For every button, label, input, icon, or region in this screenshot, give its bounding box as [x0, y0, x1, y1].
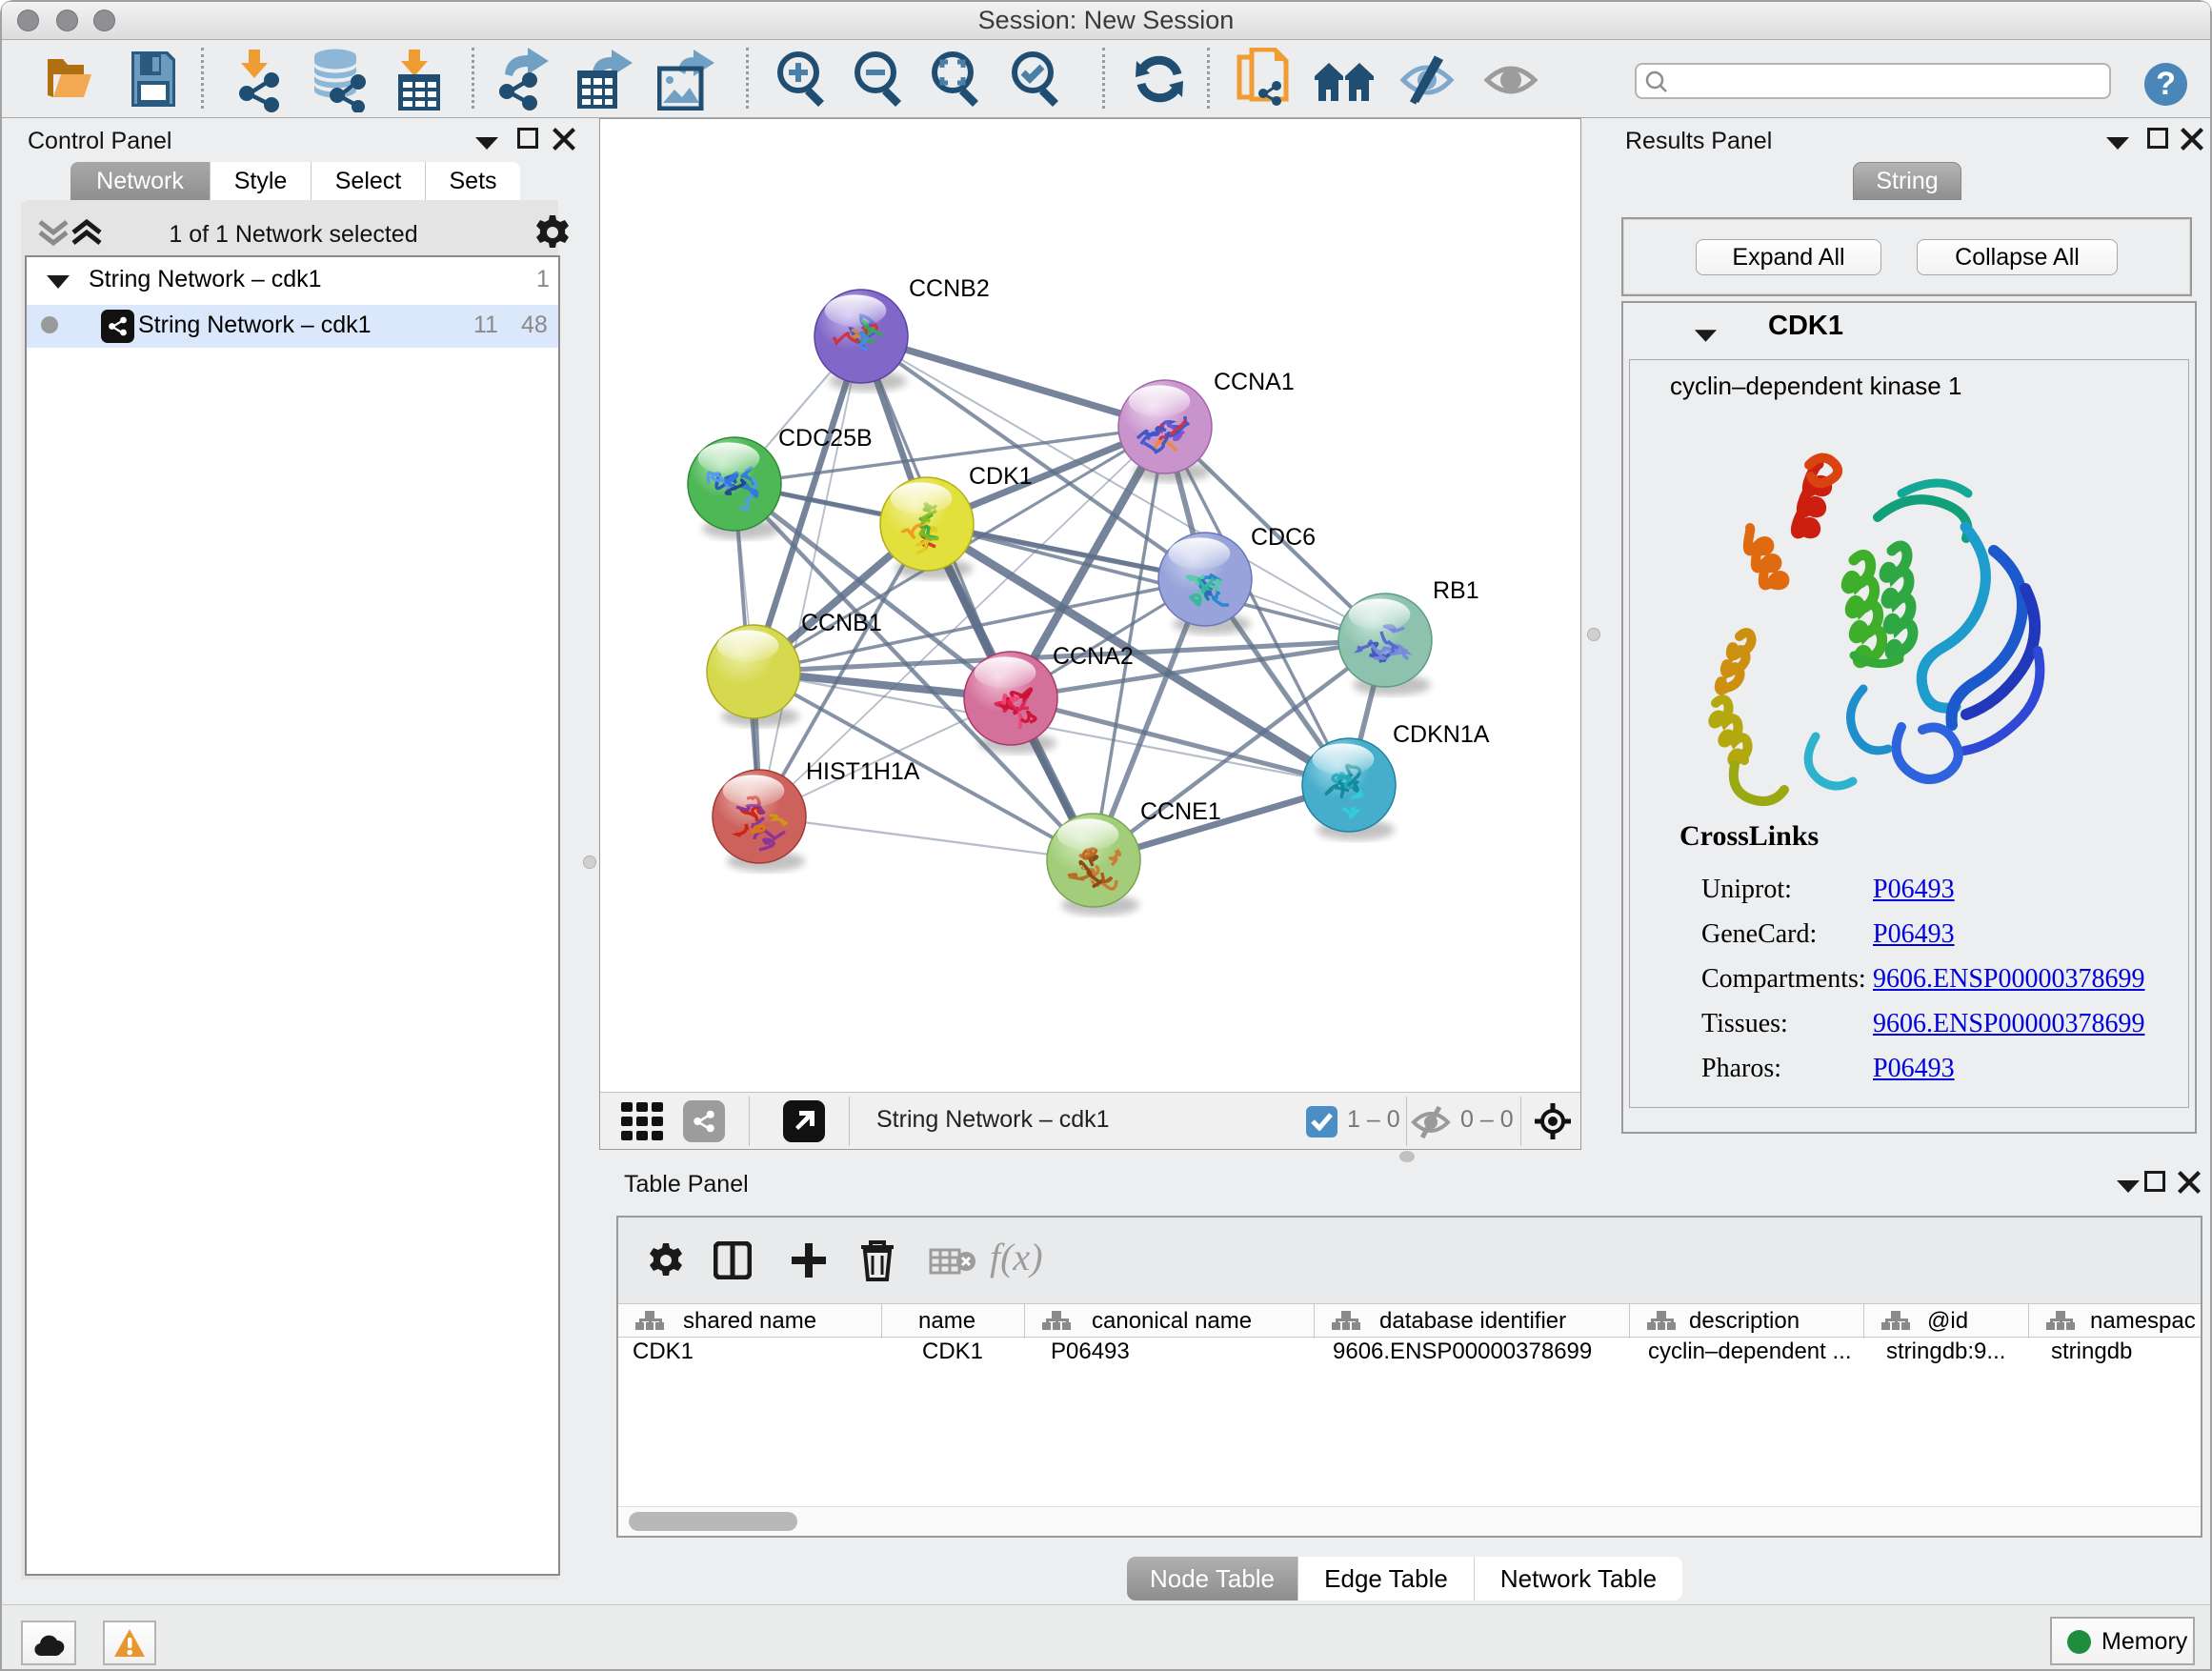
svg-text:CDK1: CDK1	[969, 463, 1033, 490]
svg-text:CCNB1: CCNB1	[801, 610, 882, 636]
svg-text:CCNA1: CCNA1	[1214, 369, 1295, 395]
svg-text:CDC6: CDC6	[1251, 524, 1316, 551]
svg-text:CDC25B: CDC25B	[778, 425, 873, 452]
svg-text:CCNB2: CCNB2	[909, 275, 990, 302]
svg-text:CDKN1A: CDKN1A	[1393, 721, 1490, 748]
svg-text:RB1: RB1	[1433, 577, 1479, 604]
svg-text:CCNE1: CCNE1	[1140, 798, 1221, 825]
svg-text:CCNA2: CCNA2	[1053, 643, 1134, 670]
svg-text:HIST1H1A: HIST1H1A	[806, 758, 920, 785]
